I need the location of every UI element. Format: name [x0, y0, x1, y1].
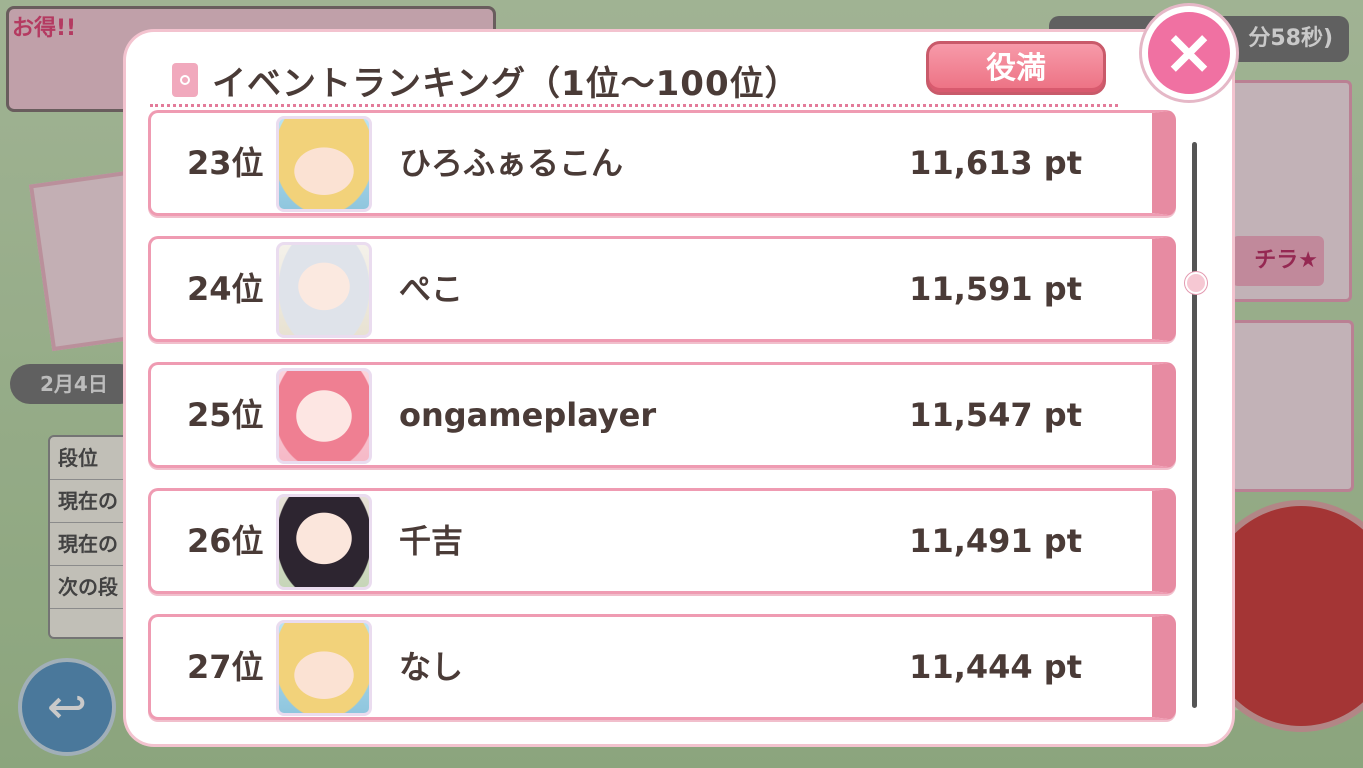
player-name: ひろふぁるこん [399, 144, 624, 182]
player-name: ongameplayer [399, 396, 657, 434]
rank-position: 25位 [187, 396, 264, 434]
rank-position: 23位 [187, 144, 264, 182]
player-avatar [276, 620, 372, 716]
player-name: ぺこ [399, 270, 464, 308]
ranking-row[interactable]: 24位 ぺこ 11,591 pt [148, 236, 1176, 342]
player-points: 11,613 pt [909, 144, 1082, 182]
rank-position: 24位 [187, 270, 264, 308]
modal-title: イベントランキング（1位〜100位） [212, 63, 800, 104]
player-name: 千吉 [399, 522, 464, 560]
ranking-row[interactable]: 26位 千吉 11,491 pt [148, 488, 1176, 594]
player-points: 11,444 pt [909, 648, 1082, 686]
player-avatar [276, 116, 372, 212]
title-divider [150, 104, 1118, 107]
modal-header: イベントランキング（1位〜100位） [172, 52, 800, 108]
ranking-row[interactable]: 25位 ongameplayer 11,547 pt [148, 362, 1176, 468]
rank-tier-button[interactable]: 役満 [926, 41, 1106, 95]
player-avatar [276, 368, 372, 464]
ranking-row[interactable]: 23位 ひろふぁるこん 11,613 pt [148, 110, 1176, 216]
player-avatar [276, 242, 372, 338]
ranking-tag-icon [172, 63, 198, 97]
player-points: 11,591 pt [909, 270, 1082, 308]
player-avatar [276, 494, 372, 590]
player-name: なし [399, 648, 464, 686]
rank-position: 27位 [187, 648, 264, 686]
scrollbar-track[interactable] [1192, 142, 1197, 708]
close-button[interactable]: × [1142, 6, 1236, 100]
rank-position: 26位 [187, 522, 264, 560]
player-points: 11,491 pt [909, 522, 1082, 560]
player-points: 11,547 pt [909, 396, 1082, 434]
ranking-row[interactable]: 27位 なし 11,444 pt [148, 614, 1176, 720]
scrollbar-thumb[interactable] [1185, 272, 1207, 294]
